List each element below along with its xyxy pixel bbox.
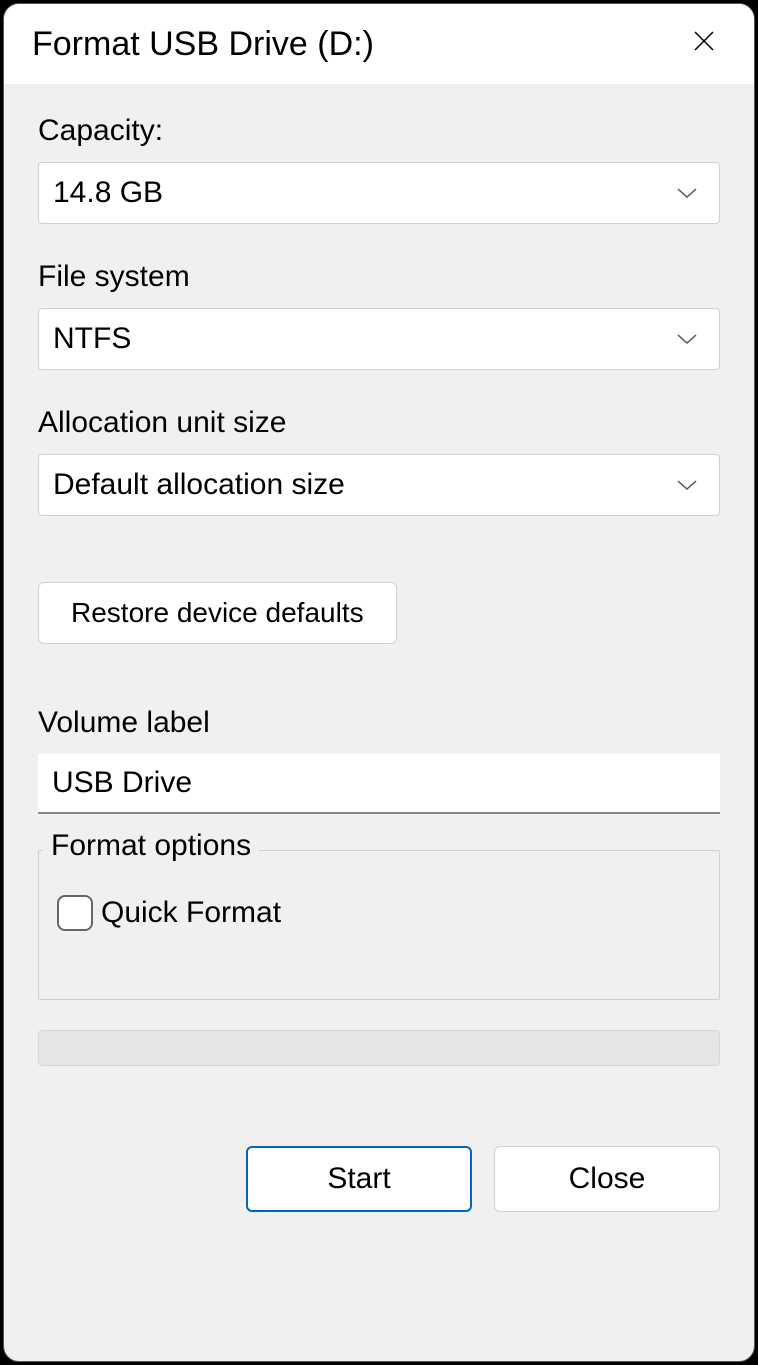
allocation-value: Default allocation size xyxy=(53,468,345,502)
format-options-legend: Format options xyxy=(43,829,259,863)
volume-label-input[interactable] xyxy=(38,754,720,814)
dialog-content: Capacity: 14.8 GB File system NTFS xyxy=(4,84,754,1066)
progress-bar xyxy=(38,1030,720,1066)
allocation-label: Allocation unit size xyxy=(38,406,720,440)
quick-format-row: Quick Format xyxy=(57,895,701,931)
capacity-value: 14.8 GB xyxy=(53,176,163,210)
close-icon xyxy=(692,29,716,59)
volume-group: Volume label xyxy=(38,706,720,814)
chevron-down-icon xyxy=(675,473,699,497)
start-button[interactable]: Start xyxy=(246,1146,472,1212)
allocation-group: Allocation unit size Default allocation … xyxy=(38,406,720,516)
restore-section: Restore device defaults xyxy=(38,582,720,644)
close-button[interactable]: Close xyxy=(494,1146,720,1212)
filesystem-group: File system NTFS xyxy=(38,260,720,370)
close-window-button[interactable] xyxy=(682,22,726,66)
volume-label: Volume label xyxy=(38,706,720,740)
format-options-fieldset: Format options Quick Format xyxy=(38,850,720,1000)
filesystem-label: File system xyxy=(38,260,720,294)
quick-format-checkbox[interactable] xyxy=(57,895,93,931)
filesystem-value: NTFS xyxy=(53,322,131,356)
chevron-down-icon xyxy=(675,327,699,351)
dialog-buttons: Start Close xyxy=(4,1146,754,1212)
capacity-label: Capacity: xyxy=(38,114,720,148)
restore-defaults-button[interactable]: Restore device defaults xyxy=(38,582,397,644)
titlebar: Format USB Drive (D:) xyxy=(4,4,754,84)
chevron-down-icon xyxy=(675,181,699,205)
format-dialog: Format USB Drive (D:) Capacity: 14.8 GB xyxy=(3,3,755,1362)
quick-format-label: Quick Format xyxy=(101,896,281,930)
filesystem-dropdown[interactable]: NTFS xyxy=(38,308,720,370)
allocation-dropdown[interactable]: Default allocation size xyxy=(38,454,720,516)
capacity-dropdown[interactable]: 14.8 GB xyxy=(38,162,720,224)
capacity-group: Capacity: 14.8 GB xyxy=(38,114,720,224)
window-title: Format USB Drive (D:) xyxy=(32,25,374,64)
